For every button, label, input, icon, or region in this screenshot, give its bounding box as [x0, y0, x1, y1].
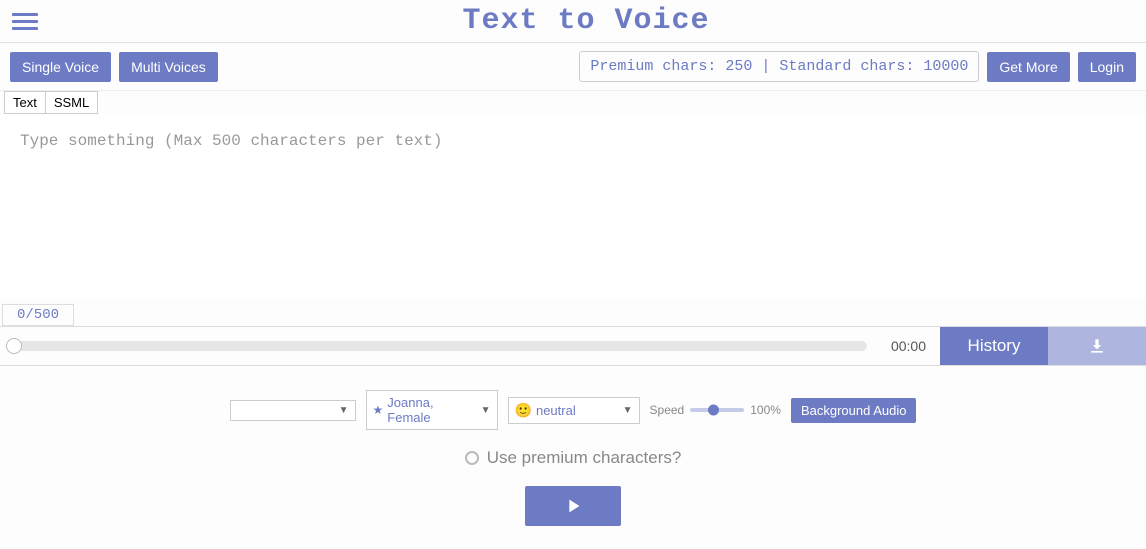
time-display: 00:00	[877, 338, 940, 354]
speed-value: 100%	[750, 403, 781, 417]
history-button[interactable]: History	[940, 327, 1048, 365]
download-icon	[1087, 336, 1107, 356]
speed-slider[interactable]	[690, 408, 744, 412]
play-button[interactable]	[525, 486, 621, 526]
menu-icon[interactable]	[12, 9, 38, 34]
text-input[interactable]	[0, 114, 1146, 299]
play-icon	[562, 495, 584, 517]
char-counter: 0/500	[2, 304, 74, 326]
char-counter-box: Premium chars: 250 | Standard chars: 100…	[579, 51, 979, 82]
premium-radio[interactable]	[465, 451, 479, 465]
tab-text[interactable]: Text	[4, 91, 45, 114]
emotion-value: neutral	[536, 403, 576, 418]
login-button[interactable]: Login	[1078, 52, 1136, 82]
chevron-down-icon: ▼	[481, 405, 491, 416]
smile-icon: 🙂	[515, 402, 532, 419]
single-voice-button[interactable]: Single Voice	[10, 52, 111, 82]
speed-label: Speed	[650, 403, 685, 417]
chevron-down-icon: ▼	[623, 405, 633, 416]
background-audio-button[interactable]: Background Audio	[791, 398, 917, 423]
multi-voices-button[interactable]: Multi Voices	[119, 52, 218, 82]
chevron-down-icon: ▼	[339, 405, 349, 416]
premium-label: Use premium characters?	[487, 448, 682, 468]
language-select[interactable]: ▼	[230, 400, 356, 421]
seek-slider[interactable]	[0, 341, 877, 351]
emotion-select[interactable]: 🙂 neutral ▼	[508, 397, 640, 424]
tab-ssml[interactable]: SSML	[45, 91, 98, 114]
download-button[interactable]	[1048, 327, 1146, 365]
page-title: Text to Voice	[38, 4, 1134, 38]
star-icon: ★	[373, 403, 384, 417]
voice-value: Joanna, Female	[387, 395, 476, 425]
voice-select[interactable]: ★ Joanna, Female ▼	[366, 390, 498, 430]
get-more-button[interactable]: Get More	[987, 52, 1069, 82]
